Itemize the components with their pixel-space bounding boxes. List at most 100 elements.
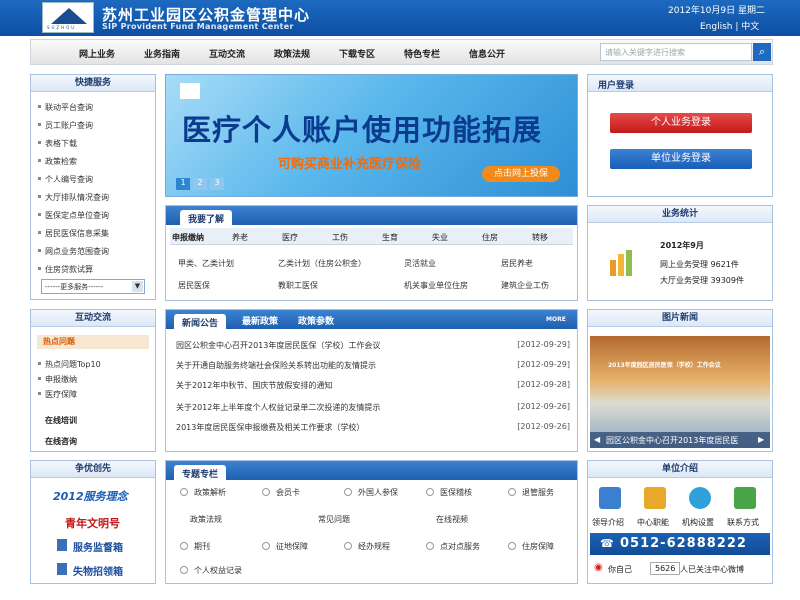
know-panel: 我要了解 申报缴纳 养老 医疗 工伤 生育 失业 住房 转移 甲类、乙类计划 乙…: [165, 205, 578, 301]
banner-title: 医疗个人账户使用功能拓展: [182, 113, 543, 147]
banner-page-2[interactable]: 2: [193, 178, 207, 190]
chevron-left-icon[interactable]: ◀: [594, 435, 600, 444]
contact-icon[interactable]: [734, 487, 756, 509]
tab-transfer[interactable]: 转移: [532, 232, 548, 243]
interact-link[interactable]: 申报缴纳: [38, 374, 77, 385]
quick-link[interactable]: 联动平台查询: [38, 102, 93, 113]
personal-login-button[interactable]: 个人业务登录: [610, 113, 752, 133]
interact-link[interactable]: 医疗保障: [38, 389, 77, 400]
tab-maternity[interactable]: 生育: [382, 232, 398, 243]
online-training-link[interactable]: 在线培训: [45, 415, 77, 426]
special-panel: 专题专栏 政策解析 会员卡 外国人参保 医保稽核 退管服务 政策法规 常见问题 …: [165, 460, 578, 584]
news-date: [2012-09-29]: [517, 340, 570, 349]
chevron-down-icon[interactable]: ▼: [132, 281, 143, 292]
quick-link[interactable]: 居民医保信息采集: [38, 228, 109, 239]
quick-link[interactable]: 网点业务范围查询: [38, 246, 109, 257]
quick-link[interactable]: 政策检索: [38, 156, 77, 167]
unit-link-contact[interactable]: 联系方式: [727, 517, 759, 528]
tab-declare[interactable]: 申报缴纳: [172, 232, 204, 243]
unit-login-button[interactable]: 单位业务登录: [610, 149, 752, 169]
news-row[interactable]: 关于2012年上半年度个人权益记录单二次投递的友情提示 [2012-09-26]: [176, 402, 570, 413]
special-item[interactable]: 经办规程: [344, 541, 390, 552]
search-icon[interactable]: ⌕: [753, 43, 771, 61]
language-switch[interactable]: English | 中文: [700, 19, 759, 32]
banner-page-1[interactable]: 1: [176, 178, 190, 190]
award-banner[interactable]: 服务监督箱: [73, 539, 123, 554]
hot-issues-header[interactable]: 热点问题: [37, 335, 149, 349]
know-item[interactable]: 甲类、乙类计划: [178, 258, 234, 269]
quick-link[interactable]: 员工账户查询: [38, 120, 93, 131]
quick-link[interactable]: 大厅排队情况查询: [38, 192, 109, 203]
search-input[interactable]: 请输入关键字进行搜索: [600, 43, 752, 61]
site-logo[interactable]: SUZHOU: [42, 2, 94, 33]
special-item[interactable]: 医保稽核: [426, 487, 472, 498]
award-banner[interactable]: 失物招领箱: [73, 563, 123, 578]
banner-page-3[interactable]: 3: [210, 178, 224, 190]
news-row[interactable]: 2013年度居民医保申报缴费及相关工作要求（学校） [2012-09-26]: [176, 422, 570, 433]
special-item[interactable]: 外国人参保: [344, 487, 398, 498]
hot-top10-link[interactable]: 热点问题Top10: [38, 359, 101, 370]
online-consult-link[interactable]: 在线咨询: [45, 436, 77, 447]
special-item[interactable]: 会员卡: [262, 487, 300, 498]
nav-item-download[interactable]: 下载专区: [339, 47, 375, 60]
building-icon[interactable]: [599, 487, 621, 509]
tab-pension[interactable]: 养老: [232, 232, 248, 243]
special-item[interactable]: 个人权益记录: [180, 565, 242, 576]
news-photo[interactable]: 2013年度园区居民医保（学校）工作会议 ◀ 园区公积金中心召开2013年度居民…: [590, 336, 770, 448]
tab-unemploy[interactable]: 失业: [432, 232, 448, 243]
special-item[interactable]: 点对点服务: [426, 541, 480, 552]
special-item[interactable]: 在线视频: [436, 514, 468, 525]
nav-item-guide[interactable]: 业务指南: [144, 47, 180, 60]
news-row[interactable]: 关于2012年中秋节、国庆节放假安排的通知 [2012-09-28]: [176, 380, 570, 391]
quick-link[interactable]: 表格下载: [38, 138, 77, 149]
document-icon[interactable]: [644, 487, 666, 509]
know-item[interactable]: 居民养老: [501, 258, 533, 269]
gear-icon[interactable]: [689, 487, 711, 509]
special-item[interactable]: 政策解析: [180, 487, 226, 498]
circle-icon: [262, 488, 270, 496]
quick-link[interactable]: 个人编号查询: [38, 174, 93, 185]
nav-item-policy[interactable]: 政策法规: [274, 47, 310, 60]
news-row[interactable]: 关于开通自助服务终端社会保险关系转出功能的友情提示 [2012-09-29]: [176, 360, 570, 371]
nav-item-special[interactable]: 特色专栏: [404, 47, 440, 60]
tab-latest-policy[interactable]: 最新政策: [242, 314, 278, 327]
tab-policy-params[interactable]: 政策参数: [298, 314, 334, 327]
tab-news[interactable]: 新闻公告: [174, 314, 227, 330]
nav-item-info[interactable]: 信息公开: [469, 47, 505, 60]
special-item[interactable]: 退管服务: [508, 487, 554, 498]
special-item[interactable]: 征地保障: [262, 541, 308, 552]
know-item[interactable]: 教职工医保: [278, 280, 318, 291]
special-item[interactable]: 期刊: [180, 541, 210, 552]
know-item[interactable]: 建筑企业工伤: [501, 280, 549, 291]
award-banner[interactable]: 2012服务理念: [53, 488, 128, 504]
special-item[interactable]: 常见问题: [318, 514, 350, 525]
unit-link-leader[interactable]: 领导介绍: [592, 517, 624, 528]
weibo-icon[interactable]: ◉: [594, 562, 603, 573]
quick-link[interactable]: 住房贷款试算: [38, 264, 93, 275]
special-item[interactable]: 住房保障: [508, 541, 554, 552]
tab-housing[interactable]: 住房: [482, 232, 498, 243]
award-banner[interactable]: 青年文明号: [65, 515, 120, 531]
know-item[interactable]: 灵活就业: [404, 258, 436, 269]
chevron-right-icon[interactable]: ▶: [758, 435, 764, 444]
nav-item-interact[interactable]: 互动交流: [209, 47, 245, 60]
know-item[interactable]: 机关事业单位住房: [404, 280, 468, 291]
promo-banner[interactable]: 医疗个人账户使用功能拓展 可购买商业补充医疗保险 点击网上投保 1 2 3: [165, 74, 578, 197]
know-item[interactable]: 居民医保: [178, 280, 210, 291]
more-service-select[interactable]: ------更多服务------ ▼: [41, 279, 145, 294]
news-more-link[interactable]: MORE: [546, 316, 566, 323]
login-title: 用户登录: [588, 75, 772, 92]
banner-cta-button[interactable]: 点击网上投保: [482, 166, 560, 182]
quick-link[interactable]: 医保定点单位查询: [38, 210, 109, 221]
unit-link-org[interactable]: 机构设置: [682, 517, 714, 528]
news-date: [2012-09-29]: [517, 360, 570, 369]
weibo-label[interactable]: 你自己: [608, 564, 632, 575]
nav-item-online[interactable]: 网上业务: [79, 47, 115, 60]
tab-injury[interactable]: 工伤: [332, 232, 348, 243]
tab-medical[interactable]: 医疗: [282, 232, 298, 243]
stats-online: 网上业务受理 9621件: [660, 260, 739, 269]
unit-link-function[interactable]: 中心职能: [637, 517, 669, 528]
news-row[interactable]: 园区公积金中心召开2013年度居民医保（学校）工作会议 [2012-09-29]: [176, 340, 570, 351]
special-item[interactable]: 政策法规: [190, 514, 222, 525]
know-item[interactable]: 乙类计划（住房公积金）: [278, 258, 366, 269]
